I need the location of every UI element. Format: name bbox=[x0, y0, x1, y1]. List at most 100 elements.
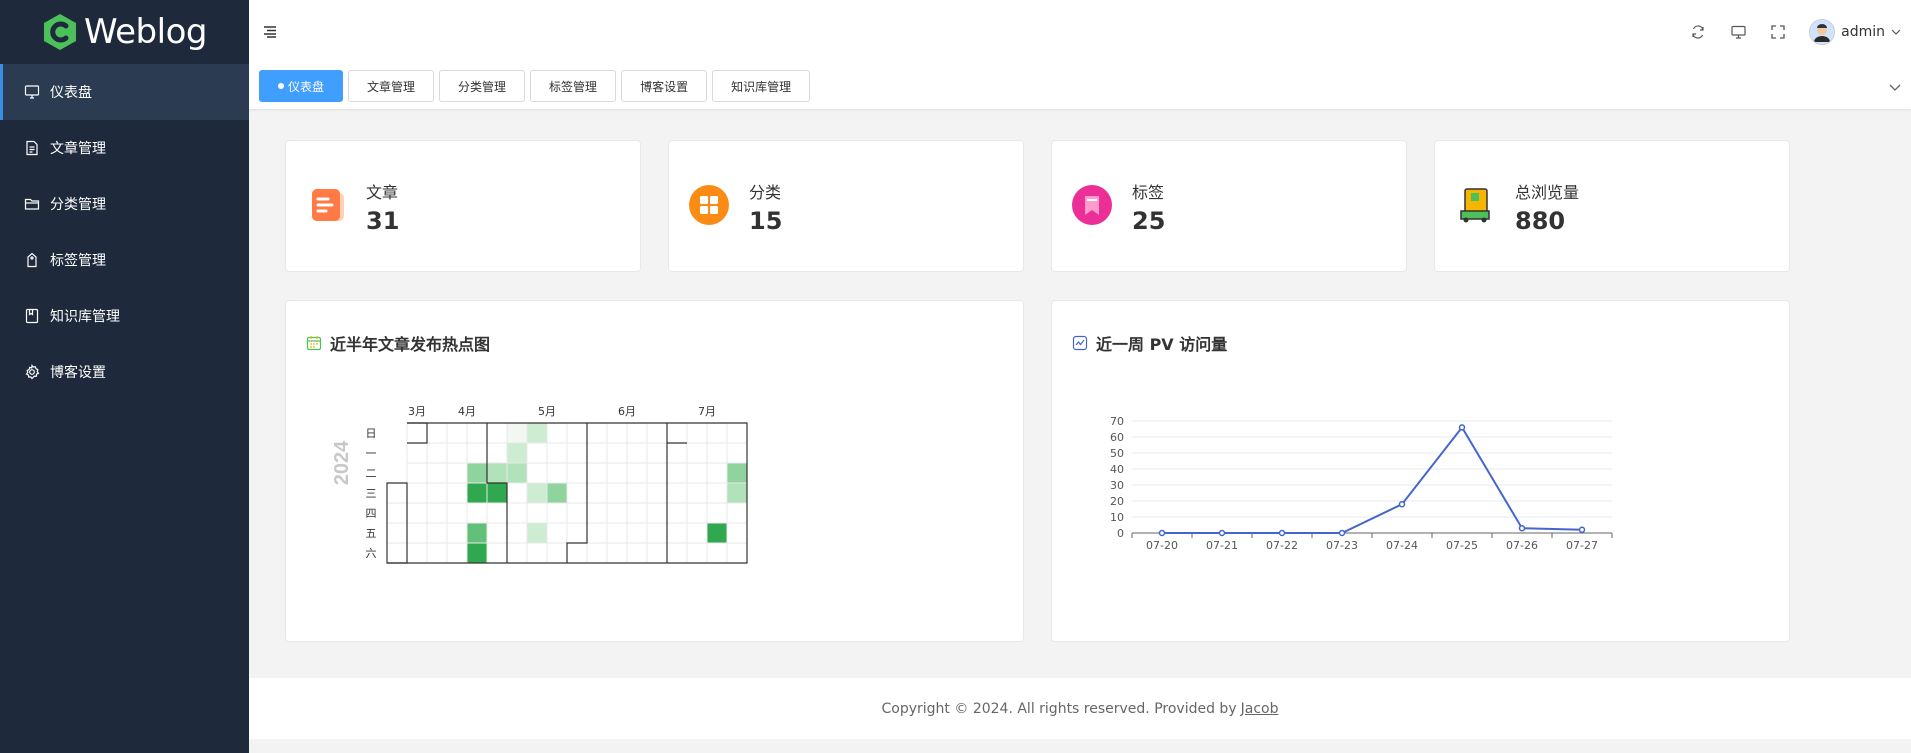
stat-value: 880 bbox=[1515, 207, 1566, 235]
heatmap-cell bbox=[646, 422, 668, 444]
heatmap-cell bbox=[526, 502, 548, 524]
heatmap-cell bbox=[686, 522, 708, 544]
sidebar-item-settings[interactable]: 博客设置 bbox=[0, 344, 249, 400]
heatmap-cell bbox=[526, 462, 548, 484]
pv-xtick-label: 07-21 bbox=[1206, 539, 1238, 552]
heatmap-weekday-label: 二 bbox=[366, 467, 377, 480]
username: admin bbox=[1841, 23, 1885, 40]
heatmap-cell bbox=[526, 442, 548, 464]
heatmap-month-label: 7月 bbox=[698, 405, 716, 418]
pv-data-point bbox=[1158, 529, 1166, 537]
heatmap-cell bbox=[726, 542, 748, 564]
tab-knowledge[interactable]: 知识库管理 bbox=[712, 70, 811, 102]
heatmap-cell bbox=[646, 542, 668, 564]
tab-dashboard[interactable]: 仪表盘 bbox=[259, 70, 344, 102]
book-icon bbox=[25, 308, 39, 324]
logo-icon bbox=[44, 14, 77, 50]
tabs-bar: 仪表盘 文章管理 分类管理 标签管理 博客设置 知识库管理 bbox=[249, 63, 1911, 110]
heatmap-cell bbox=[426, 542, 448, 564]
heatmap-cell bbox=[406, 462, 428, 484]
heatmap-cell bbox=[706, 422, 728, 444]
heatmap-cell bbox=[726, 422, 748, 444]
heatmap-weekday-label: 一 bbox=[366, 447, 377, 460]
article-icon bbox=[306, 185, 346, 225]
heatmap-cell bbox=[586, 502, 608, 524]
heatmap-cell bbox=[486, 462, 508, 484]
stat-card-tags[interactable]: 标签 25 bbox=[1051, 140, 1407, 272]
heatmap-cell bbox=[606, 542, 628, 564]
heatmap-cell bbox=[706, 542, 728, 564]
refresh-icon[interactable] bbox=[1689, 23, 1707, 41]
heatmap-weekday-label: 三 bbox=[366, 487, 377, 500]
heatmap-cell bbox=[666, 502, 688, 524]
heatmap-cell bbox=[406, 442, 428, 464]
heatmap-month-label: 3月 bbox=[408, 405, 426, 418]
pv-line-chart: 0 10 20 30 40 50 60 70 07-20 07-21 07-22 07-23 07-24… bbox=[1110, 415, 1613, 552]
pv-xtick-label: 07-20 bbox=[1146, 539, 1178, 552]
sidebar-item-label: 仪表盘 bbox=[50, 85, 92, 101]
stat-card-pv[interactable]: 总浏览量 880 bbox=[1434, 140, 1790, 272]
heatmap-cell bbox=[646, 442, 668, 464]
pv-ytick-label: 40 bbox=[1110, 463, 1124, 476]
heatmap-cell bbox=[566, 542, 588, 564]
user-menu[interactable]: admin bbox=[1809, 18, 1901, 45]
heatmap-cell bbox=[626, 522, 648, 544]
pv-ytick-label: 70 bbox=[1110, 415, 1124, 428]
heatmap-cell bbox=[606, 482, 628, 504]
tabs-chevron-down-icon[interactable] bbox=[1889, 77, 1901, 96]
tab-tags[interactable]: 标签管理 bbox=[530, 70, 617, 102]
heatmap-cell bbox=[606, 442, 628, 464]
stat-card-categories[interactable]: 分类 15 bbox=[668, 140, 1024, 272]
heatmap-cell bbox=[406, 502, 428, 524]
heatmap-cell bbox=[426, 502, 448, 524]
heatmap-cell bbox=[466, 542, 488, 564]
fullscreen-icon[interactable] bbox=[1769, 23, 1787, 41]
heatmap-cell bbox=[526, 482, 548, 504]
logo[interactable]: Weblog bbox=[0, 0, 249, 64]
heatmap-cell bbox=[546, 442, 568, 464]
heatmap-cell bbox=[486, 442, 508, 464]
heatmap-month-label: 6月 bbox=[618, 405, 636, 418]
chevron-down-icon bbox=[1891, 29, 1901, 35]
pv-data-point bbox=[1338, 529, 1346, 537]
heatmap-cell bbox=[486, 502, 508, 524]
pv-data-point bbox=[1518, 524, 1526, 532]
heatmap-cell bbox=[686, 542, 708, 564]
heatmap-cell bbox=[386, 522, 408, 544]
sidebar-item-dashboard[interactable]: 仪表盘 bbox=[0, 64, 249, 120]
heatmap-cell bbox=[446, 422, 468, 444]
heatmap-cell bbox=[406, 522, 428, 544]
heatmap-cell bbox=[386, 482, 408, 504]
tab-categories[interactable]: 分类管理 bbox=[439, 70, 526, 102]
folder-icon bbox=[24, 198, 40, 210]
heatmap-cell bbox=[666, 422, 688, 444]
heatmap-cell bbox=[426, 522, 448, 544]
tab-articles[interactable]: 文章管理 bbox=[348, 70, 435, 102]
sidebar-item-categories[interactable]: 分类管理 bbox=[0, 176, 249, 232]
hamburger-icon[interactable] bbox=[263, 22, 277, 43]
heatmap-cell bbox=[446, 442, 468, 464]
top-header: admin bbox=[249, 0, 1911, 64]
sidebar-item-articles[interactable]: 文章管理 bbox=[0, 120, 249, 176]
heatmap-cell bbox=[626, 502, 648, 524]
heatmap-cell bbox=[606, 502, 628, 524]
heatmap-weekday-label: 六 bbox=[366, 547, 377, 560]
heatmap-cell bbox=[686, 442, 708, 464]
screen-icon[interactable] bbox=[1729, 23, 1747, 41]
pv-xtick-label: 07-25 bbox=[1446, 539, 1478, 552]
stat-card-articles[interactable]: 文章 31 bbox=[285, 140, 641, 272]
heatmap-cell bbox=[586, 422, 608, 444]
footer-link[interactable]: Jacob bbox=[1241, 701, 1279, 717]
tab-settings[interactable]: 博客设置 bbox=[621, 70, 708, 102]
footer: Copyright © 2024. All rights reserved. P… bbox=[249, 678, 1911, 739]
sidebar-item-tags[interactable]: 标签管理 bbox=[0, 232, 249, 288]
heatmap-cell bbox=[466, 442, 488, 464]
heatmap-cell bbox=[626, 462, 648, 484]
brand-name: Weblog bbox=[84, 12, 207, 52]
heatmap-cell bbox=[446, 542, 468, 564]
pv-icon bbox=[1455, 185, 1495, 225]
sidebar-item-knowledge[interactable]: 知识库管理 bbox=[0, 288, 249, 344]
pv-ytick-label: 60 bbox=[1110, 431, 1124, 444]
sidebar-item-label: 博客设置 bbox=[50, 365, 106, 381]
heatmap-cell bbox=[446, 462, 468, 484]
